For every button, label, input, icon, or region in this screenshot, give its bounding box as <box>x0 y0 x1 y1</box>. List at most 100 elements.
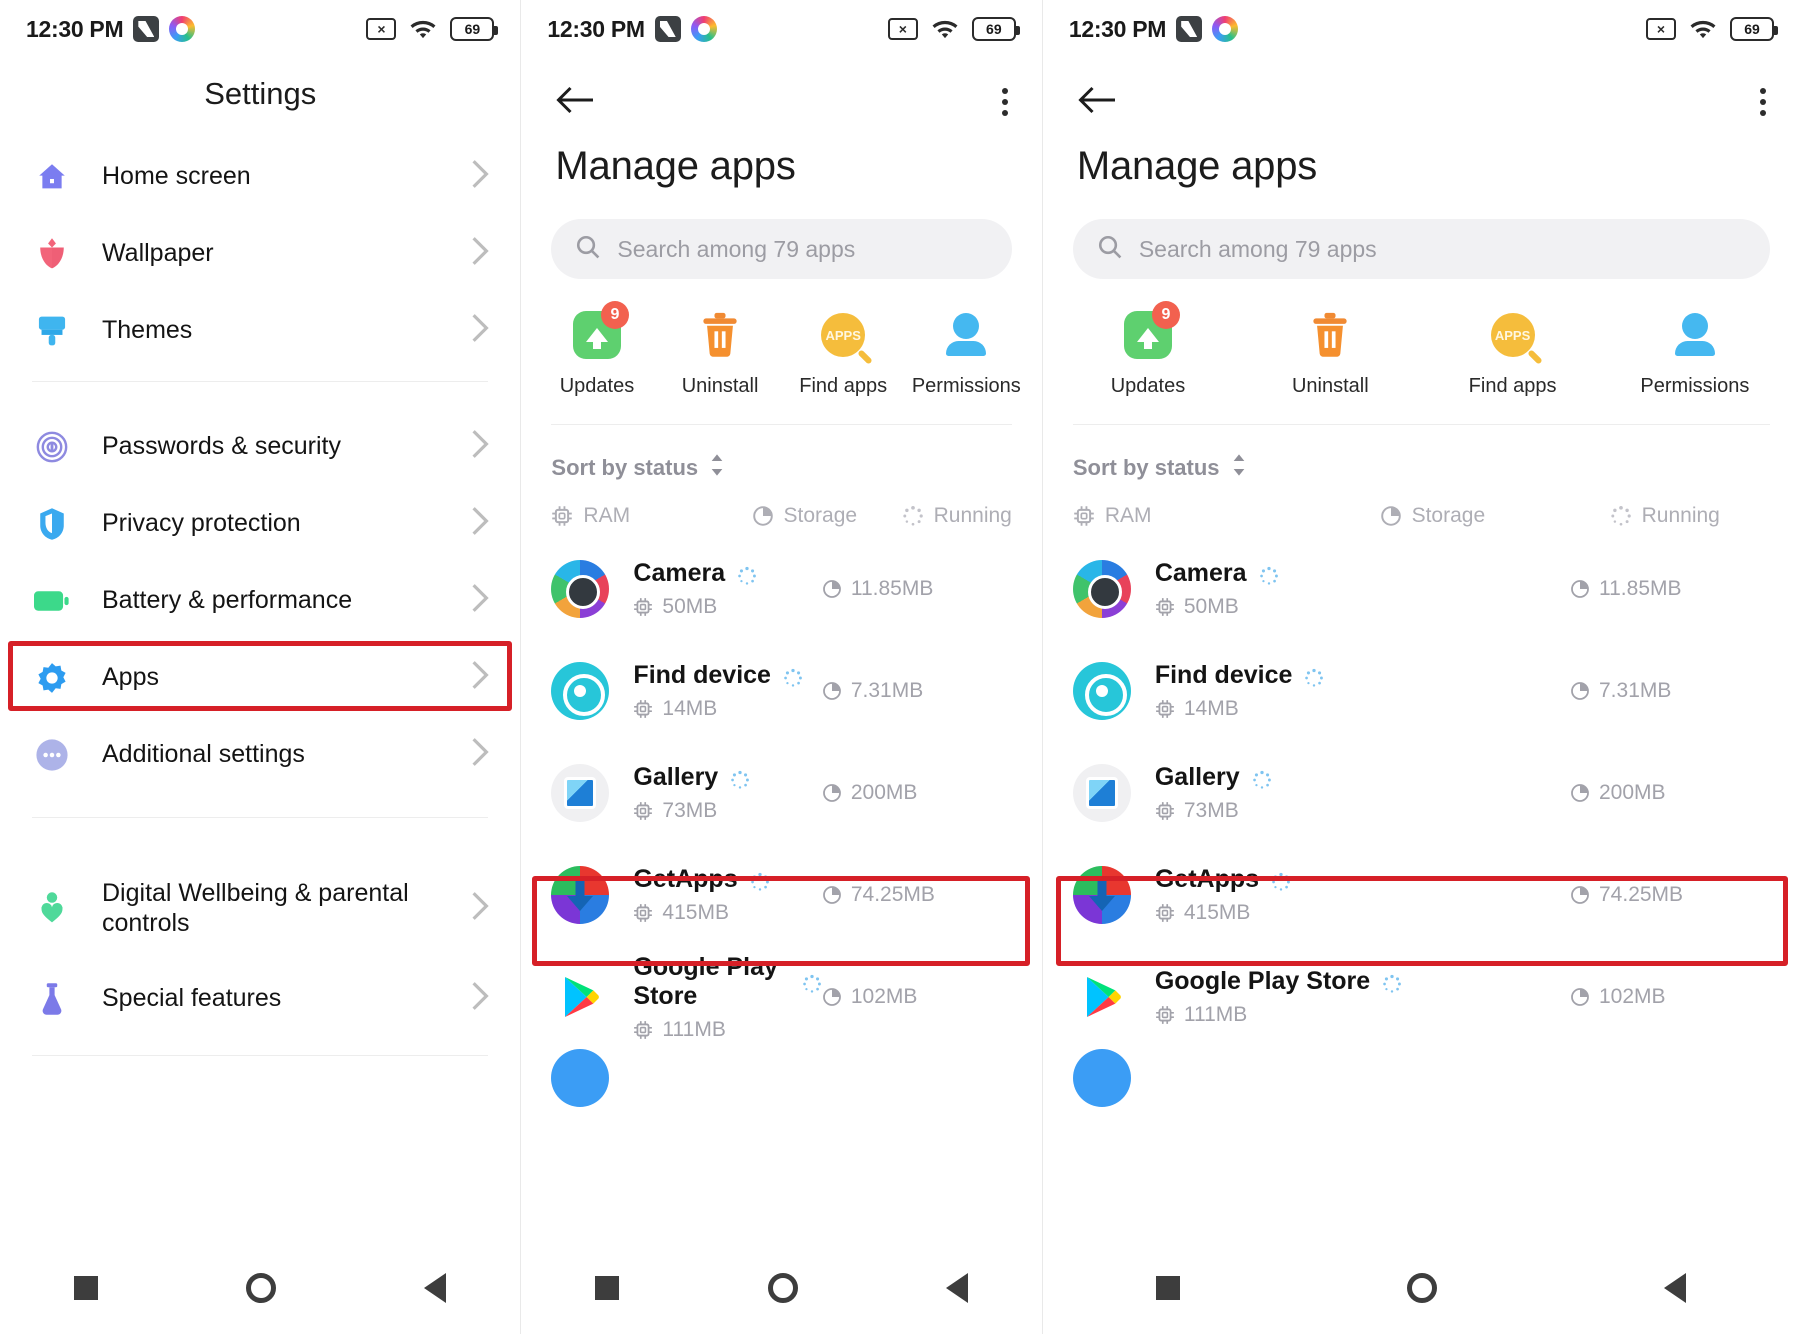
page-title: Manage apps <box>1076 144 1318 188</box>
recents-button[interactable] <box>1156 1276 1181 1300</box>
chevron-right-icon <box>470 158 490 195</box>
app-name: Find device <box>633 661 771 689</box>
list-item[interactable]: Google Play Store 111MB 102MB <box>521 946 1041 1048</box>
recents-button[interactable] <box>595 1276 620 1300</box>
list-item[interactable] <box>1043 1048 1800 1108</box>
list-item[interactable]: Gallery 73MB 200MB <box>521 742 1041 844</box>
app-name: GetApps <box>633 865 738 893</box>
list-item[interactable]: Find device 14MB 7.31MB <box>1043 640 1800 742</box>
filter-ram[interactable]: RAM <box>1073 504 1380 528</box>
filter-label: Storage <box>783 504 858 527</box>
action-label: Find apps <box>799 375 888 397</box>
app-storage-group: 200MB <box>1570 781 1770 805</box>
action-permissions[interactable]: Permissions <box>905 307 1028 398</box>
list-item[interactable]: Camera 50MB 11.85MB <box>1043 538 1800 640</box>
home-button[interactable] <box>246 1273 277 1303</box>
action-permissions[interactable]: Permissions <box>1604 307 1786 398</box>
camera-icon <box>1072 560 1131 618</box>
sidebar-item-additional-settings[interactable]: Additional settings <box>0 716 520 793</box>
sidebar-item-privacy-protection[interactable]: Privacy protection <box>0 485 520 562</box>
list-item[interactable]: Find device 14MB 7.31MB <box>521 640 1041 742</box>
list-item[interactable]: GetApps 415MB 74.25MB <box>521 844 1041 946</box>
filter-running[interactable]: Running <box>902 504 1012 528</box>
action-updates[interactable]: 9 Updates <box>1057 301 1239 398</box>
apps-search-icon: APPS <box>1485 307 1541 363</box>
panel-manage-apps-2: 12:30 PM × 69 Manage apps Search among 7… <box>1042 0 1800 1334</box>
gpay-icon <box>654 16 681 42</box>
app-name: Gallery <box>633 763 719 791</box>
action-label: Updates <box>559 375 635 397</box>
list-fade <box>521 1208 1042 1242</box>
filter-storage[interactable]: Storage <box>752 504 902 528</box>
app-storage-group: 11.85MB <box>1570 577 1770 601</box>
action-find-apps[interactable]: APPS Find apps <box>1421 307 1603 398</box>
more-options-icon[interactable] <box>1001 88 1008 116</box>
recents-button[interactable] <box>74 1276 99 1300</box>
app-storage: 200MB <box>850 781 918 804</box>
list-item[interactable]: Google Play Store 111MB 102MB <box>1043 946 1800 1048</box>
photos-icon <box>690 16 717 42</box>
sidebar-item-themes[interactable]: Themes <box>0 292 520 369</box>
action-find-apps[interactable]: APPS Find apps <box>782 307 905 398</box>
back-button[interactable] <box>1664 1273 1687 1303</box>
list-item[interactable]: Gallery 73MB 200MB <box>1043 742 1800 844</box>
action-uninstall[interactable]: Uninstall <box>659 307 782 398</box>
ellipsis-icon <box>32 735 72 775</box>
updates-badge: 9 <box>1151 301 1180 329</box>
navigation-bar <box>0 1242 521 1334</box>
sidebar-item-home-screen[interactable]: Home screen <box>0 138 520 215</box>
chevron-right-icon <box>470 890 490 927</box>
chevron-right-icon <box>470 235 490 272</box>
sidebar-item-apps[interactable]: Apps <box>0 639 520 716</box>
sidebar-item-passwords-security[interactable]: Passwords & security <box>0 408 520 485</box>
filter-ram[interactable]: RAM <box>551 504 751 528</box>
more-options-icon[interactable] <box>1760 88 1766 116</box>
app-ram: 111MB <box>662 1017 726 1041</box>
camera-icon <box>551 560 610 618</box>
filter-running[interactable]: Running <box>1610 504 1720 528</box>
list-item[interactable]: Camera 50MB 11.85MB <box>521 538 1041 640</box>
search-input[interactable]: Search among 79 apps <box>1072 219 1770 279</box>
back-button[interactable] <box>424 1273 447 1303</box>
app-ram: 50MB <box>662 595 718 618</box>
app-ram: 14MB <box>1183 697 1239 720</box>
sort-control[interactable]: Sort by status <box>1043 425 1800 482</box>
search-icon <box>1097 234 1123 265</box>
app-storage: 74.25MB <box>1599 883 1684 906</box>
app-name: GetApps <box>1154 865 1260 893</box>
sort-control[interactable]: Sort by status <box>521 425 1041 482</box>
sidebar-item-digital-wellbeing[interactable]: Digital Wellbeing & parental controls <box>0 856 520 960</box>
pie-icon <box>822 580 841 598</box>
sidebar-item-special-features[interactable]: Special features <box>0 960 520 1037</box>
chip-icon <box>1155 598 1174 616</box>
filter-storage[interactable]: Storage <box>1380 504 1610 528</box>
sidebar-item-label: Additional settings <box>102 740 305 769</box>
action-updates[interactable]: 9 Updates <box>535 301 658 398</box>
play-store-icon <box>551 968 610 1026</box>
app-storage: 7.31MB <box>850 679 924 702</box>
home-button[interactable] <box>767 1273 798 1303</box>
sidebar-item-wallpaper[interactable]: Wallpaper <box>0 215 520 292</box>
back-arrow-icon[interactable] <box>1077 85 1117 120</box>
back-button[interactable] <box>945 1273 968 1303</box>
play-store-icon <box>1072 968 1131 1026</box>
spinner-icon <box>1252 768 1272 789</box>
search-input[interactable]: Search among 79 apps <box>551 219 1012 279</box>
app-storage: 7.31MB <box>1599 679 1672 702</box>
app-ram: 73MB <box>662 799 718 822</box>
chevron-right-icon <box>470 582 490 619</box>
home-button[interactable] <box>1407 1273 1438 1303</box>
filter-label: RAM <box>583 504 631 527</box>
app-storage-group: 7.31MB <box>822 679 1012 703</box>
pie-icon <box>822 886 841 904</box>
list-item[interactable] <box>521 1048 1041 1108</box>
wifi-icon <box>408 18 438 40</box>
battery-icon: 69 <box>450 17 499 41</box>
search-placeholder: Search among 79 apps <box>617 235 856 262</box>
page-title: Settings <box>204 76 317 111</box>
app-storage-group: 74.25MB <box>1570 883 1770 907</box>
list-item[interactable]: GetApps 415MB 74.25MB <box>1043 844 1800 946</box>
action-uninstall[interactable]: Uninstall <box>1239 307 1421 398</box>
back-arrow-icon[interactable] <box>555 85 595 120</box>
sidebar-item-battery-performance[interactable]: Battery & performance <box>0 562 520 639</box>
